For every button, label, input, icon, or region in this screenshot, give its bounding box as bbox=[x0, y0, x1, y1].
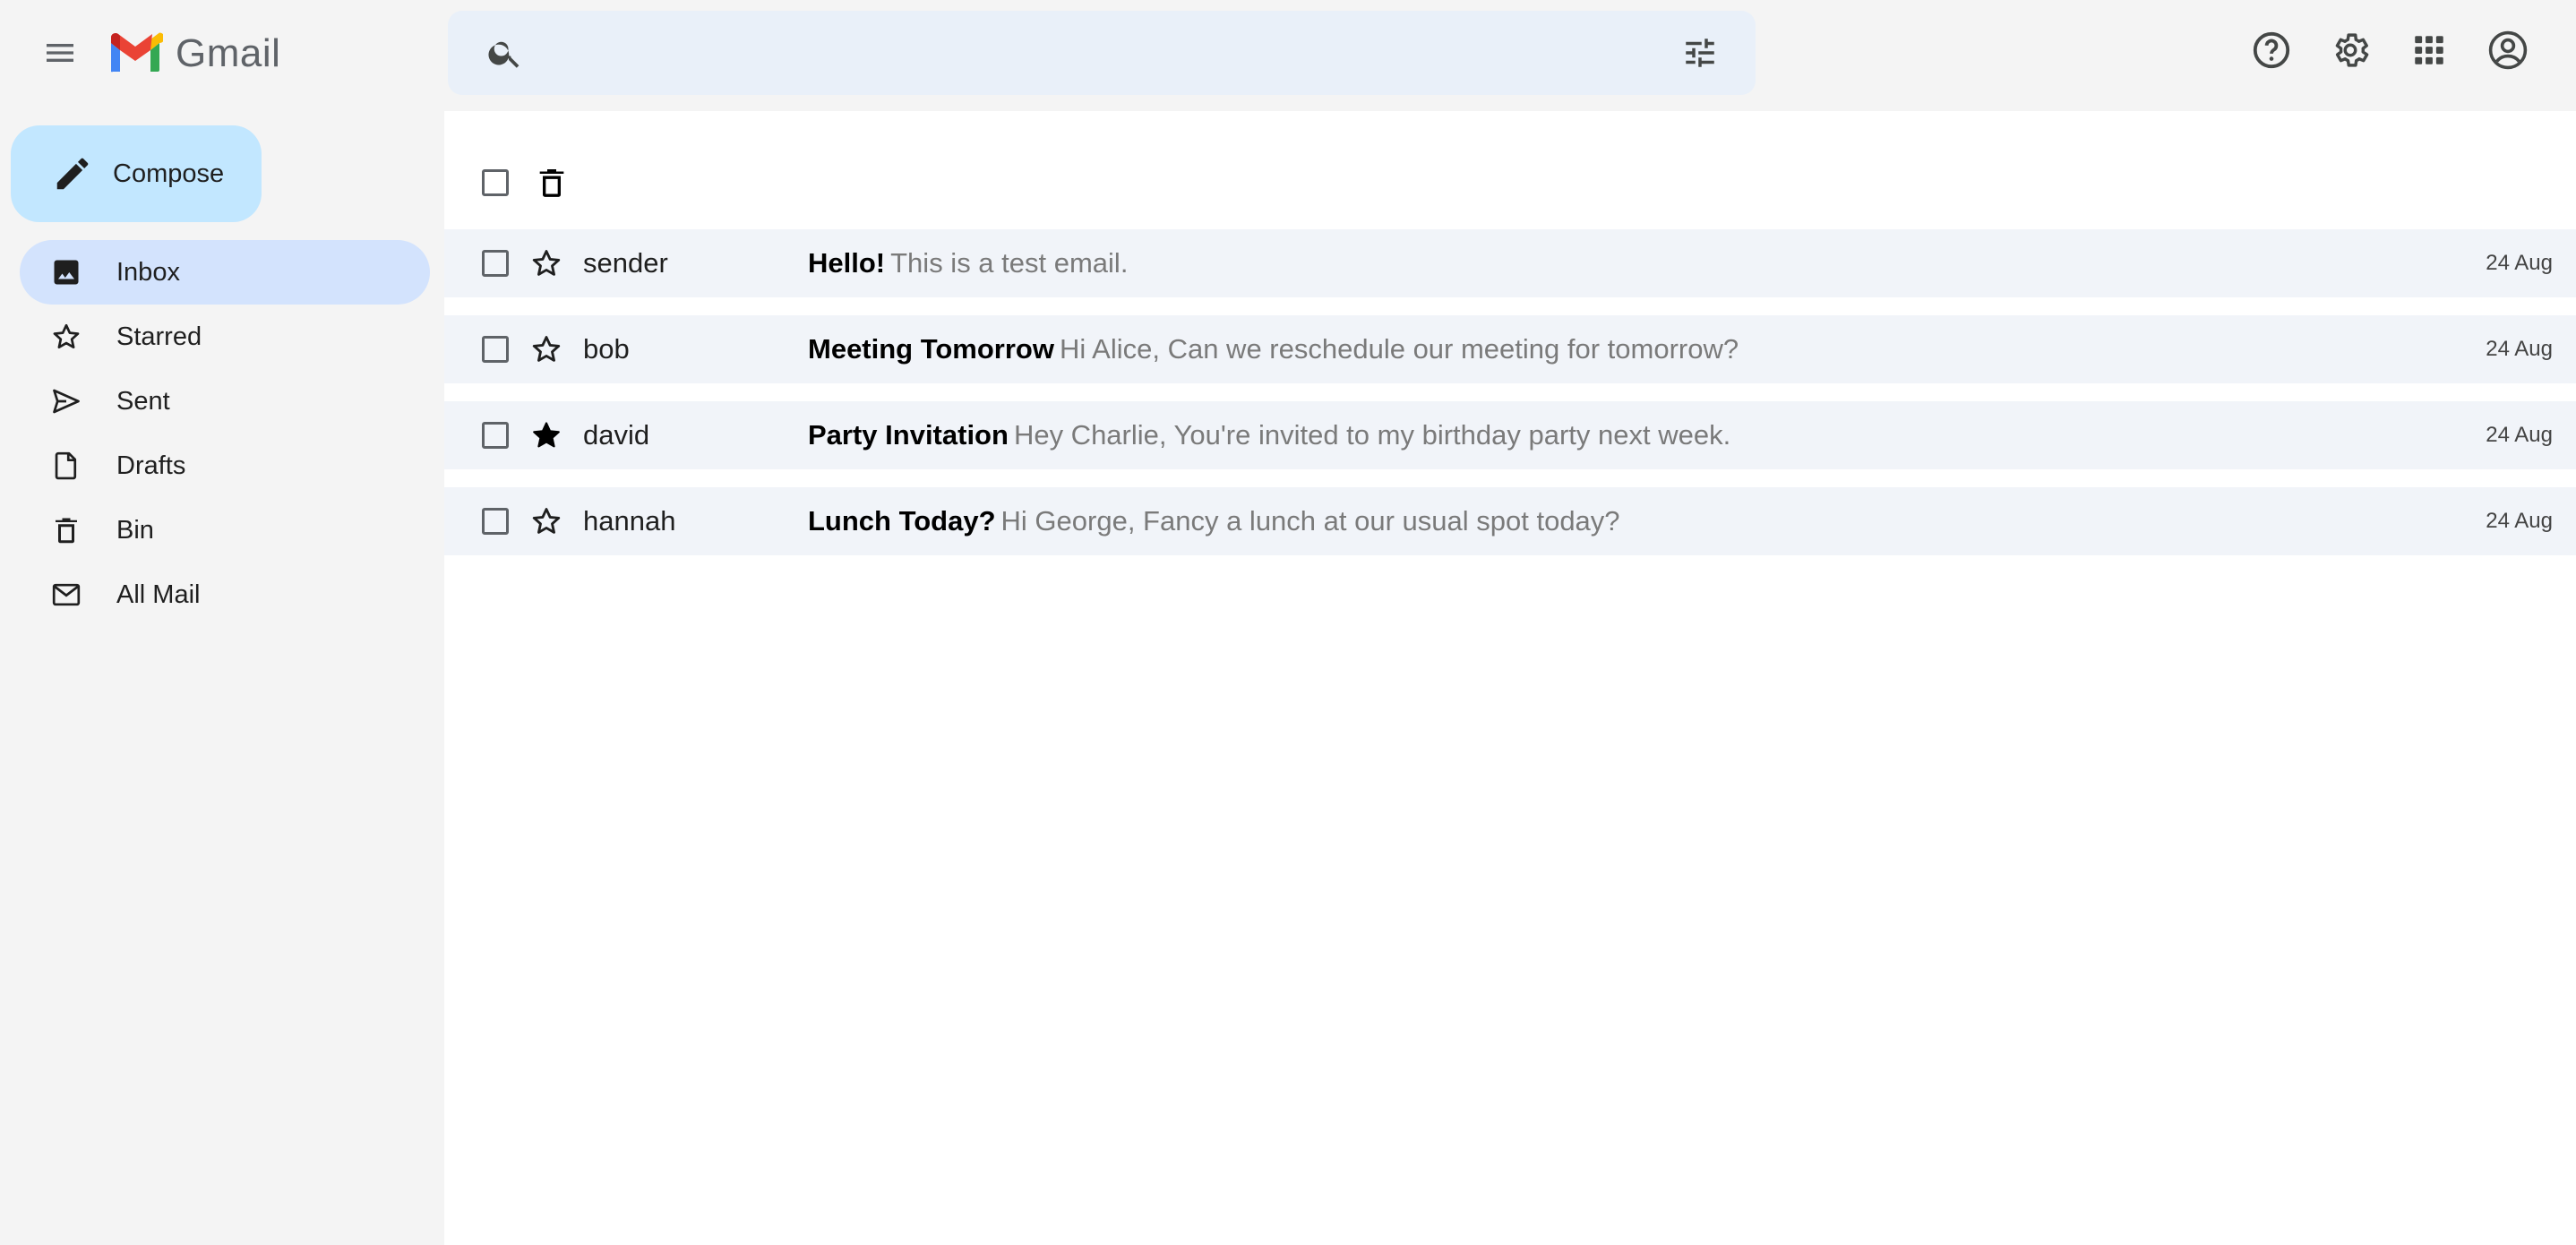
select-all-checkbox[interactable] bbox=[482, 169, 509, 196]
help-icon bbox=[2253, 31, 2290, 69]
sidebar-item-sent[interactable]: Sent bbox=[20, 369, 430, 434]
tune-sliders-icon bbox=[1686, 39, 1714, 67]
star-toggle[interactable] bbox=[527, 330, 566, 369]
email-row[interactable]: hannah Lunch Today? Hi George, Fancy a lu… bbox=[444, 487, 2576, 555]
compose-label: Compose bbox=[113, 159, 225, 188]
search-input[interactable] bbox=[546, 21, 1621, 84]
star-outline-icon bbox=[532, 336, 561, 362]
star-toggle[interactable] bbox=[527, 416, 566, 455]
settings-button[interactable] bbox=[2323, 23, 2377, 77]
inbox-icon bbox=[47, 253, 86, 292]
sidebar-item-drafts[interactable]: Drafts bbox=[20, 434, 430, 498]
email-content: Hello! This is a test email. bbox=[808, 247, 1128, 279]
email-list: sender Hello! This is a test email. 24 Au… bbox=[444, 229, 2576, 573]
gmail-app: Gmail Compose Inbox Starred Sent Drafts … bbox=[0, 0, 2576, 1245]
star-outline-icon bbox=[47, 317, 86, 356]
row-checkbox[interactable] bbox=[482, 508, 509, 535]
star-toggle[interactable] bbox=[527, 502, 566, 541]
email-sender: david bbox=[583, 419, 650, 451]
email-snippet: Hi Alice, Can we reschedule our meeting … bbox=[1059, 333, 1739, 365]
gmail-logo[interactable]: Gmail bbox=[107, 27, 280, 81]
email-snippet: Hi George, Fancy a lunch at our usual sp… bbox=[1000, 505, 1620, 537]
row-checkbox[interactable] bbox=[482, 250, 509, 277]
hamburger-menu-icon bbox=[47, 44, 73, 62]
email-row[interactable]: sender Hello! This is a test email. 24 Au… bbox=[444, 229, 2576, 297]
email-content: Party Invitation Hey Charlie, You're invi… bbox=[808, 419, 1730, 451]
sidebar-item-label: Bin bbox=[116, 515, 154, 545]
email-sender: bob bbox=[583, 333, 630, 365]
email-subject: Party Invitation bbox=[808, 419, 1009, 451]
email-date: 24 Aug bbox=[2486, 509, 2553, 533]
sidebar-item-label: All Mail bbox=[116, 580, 201, 609]
draft-file-icon bbox=[47, 446, 86, 485]
row-checkbox[interactable] bbox=[482, 336, 509, 363]
star-filled-icon bbox=[533, 422, 560, 448]
sidebar-item-inbox[interactable]: Inbox bbox=[20, 240, 430, 305]
apps-grid-icon bbox=[2415, 36, 2443, 64]
row-checkbox[interactable] bbox=[482, 422, 509, 449]
mail-list-panel: sender Hello! This is a test email. 24 Au… bbox=[444, 111, 2576, 1245]
trash-icon bbox=[47, 511, 86, 550]
email-date: 24 Aug bbox=[2486, 337, 2553, 361]
mail-envelope-icon bbox=[47, 575, 86, 614]
help-button[interactable] bbox=[2245, 23, 2298, 77]
compose-button[interactable]: Compose bbox=[11, 125, 262, 222]
sidebar-item-bin[interactable]: Bin bbox=[20, 498, 430, 562]
search-options-button[interactable] bbox=[1679, 31, 1722, 74]
top-bar: Gmail bbox=[0, 0, 2576, 109]
sidebar-item-label: Starred bbox=[116, 322, 202, 351]
sidebar-item-label: Inbox bbox=[116, 257, 180, 287]
email-subject: Lunch Today? bbox=[808, 505, 996, 537]
star-outline-icon bbox=[532, 508, 561, 534]
email-snippet: This is a test email. bbox=[890, 247, 1129, 279]
account-circle-icon bbox=[2488, 30, 2528, 70]
account-button[interactable] bbox=[2481, 23, 2535, 77]
pencil-icon bbox=[50, 151, 95, 196]
email-content: Lunch Today? Hi George, Fancy a lunch at … bbox=[808, 505, 1620, 537]
email-subject: Meeting Tomorrow bbox=[808, 333, 1054, 365]
search-button[interactable] bbox=[484, 31, 527, 74]
list-toolbar bbox=[444, 147, 2576, 219]
email-sender: hannah bbox=[583, 505, 676, 537]
email-content: Meeting Tomorrow Hi Alice, Can we resched… bbox=[808, 333, 1739, 365]
star-outline-icon bbox=[532, 250, 561, 276]
star-toggle[interactable] bbox=[527, 244, 566, 283]
send-icon bbox=[47, 382, 86, 421]
sidebar-item-label: Drafts bbox=[116, 451, 186, 480]
email-date: 24 Aug bbox=[2486, 423, 2553, 447]
search-icon bbox=[488, 41, 519, 68]
email-sender: sender bbox=[583, 247, 668, 279]
sidebar-item-starred[interactable]: Starred bbox=[20, 305, 430, 369]
email-row[interactable]: david Party Invitation Hey Charlie, You'r… bbox=[444, 401, 2576, 469]
settings-gear-icon bbox=[2335, 33, 2369, 67]
email-row[interactable]: bob Meeting Tomorrow Hi Alice, Can we res… bbox=[444, 315, 2576, 383]
search-bar[interactable] bbox=[448, 11, 1756, 95]
email-snippet: Hey Charlie, You're invited to my birthd… bbox=[1013, 419, 1731, 451]
sidebar-item-all-mail[interactable]: All Mail bbox=[20, 562, 430, 627]
email-date: 24 Aug bbox=[2486, 251, 2553, 275]
sidebar-nav: Inbox Starred Sent Drafts Bin All Mail bbox=[20, 240, 430, 627]
main-menu-button[interactable] bbox=[30, 23, 90, 82]
gmail-wordmark: Gmail bbox=[176, 31, 281, 75]
apps-button[interactable] bbox=[2402, 23, 2456, 77]
sidebar-item-label: Sent bbox=[116, 386, 170, 416]
email-subject: Hello! bbox=[808, 247, 886, 279]
trash-icon bbox=[539, 169, 564, 197]
gmail-m-icon bbox=[111, 32, 163, 73]
delete-button[interactable] bbox=[530, 161, 573, 204]
